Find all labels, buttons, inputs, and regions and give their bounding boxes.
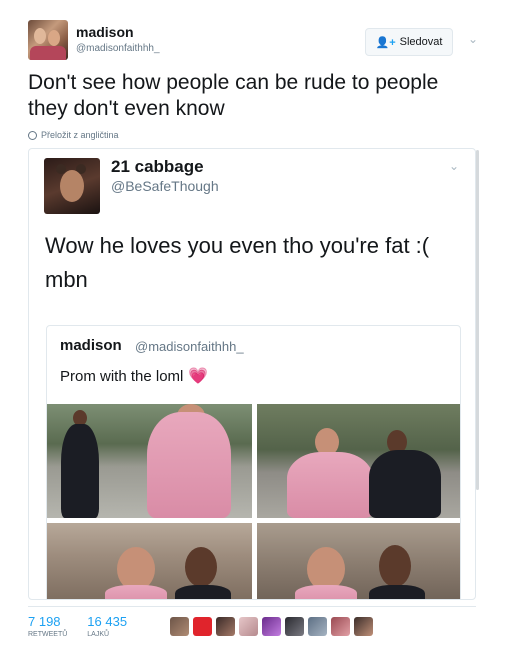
like-count: 16 435 [87,614,128,629]
inner-quoted-tweet[interactable]: madison @madisonfaithhh_ Prom with the l… [46,325,461,599]
tweet-stats: 7 198 RETWEETŮ 16 435 LAJKŮ [28,614,127,638]
avatar[interactable] [239,617,258,636]
avatar[interactable] [28,20,68,60]
globe-icon [28,130,37,140]
author-block[interactable]: madison @madisonfaithhh_ [76,24,160,54]
translate-link[interactable]: Přeložit z angličtina [28,130,119,140]
retweet-label: RETWEETŮ [28,631,68,638]
quoted-handle[interactable]: @BeSafeThough [111,178,219,194]
translate-label: Přeložit z angličtina [41,130,119,140]
follow-button[interactable]: 👤+ Sledovat [365,28,453,56]
avatar[interactable] [44,158,100,214]
retweet-stat[interactable]: 7 198 RETWEETŮ [28,614,67,638]
chevron-down-icon[interactable]: ⌄ [449,159,459,173]
retweet-count: 7 198 [28,614,61,629]
handle[interactable]: @madisonfaithhh_ [76,43,160,54]
avatar[interactable] [285,617,304,636]
follow-label: Sledovat [399,36,443,48]
tweet-header: madison @madisonfaithhh_ 👤+ Sledovat ⌄ [28,18,490,62]
avatar[interactable] [193,617,212,636]
photo-1[interactable] [47,404,252,518]
inner-display-name[interactable]: madison [60,337,122,354]
avatar[interactable] [354,617,373,636]
quoted-tweet[interactable]: 21 cabbage @BeSafeThough ⌄ Wow he loves … [28,148,476,600]
avatar[interactable] [170,617,189,636]
avatar[interactable] [262,617,281,636]
like-label: LAJKŮ [87,631,110,638]
avatar[interactable] [331,617,350,636]
quoted-text: Wow he loves you even tho you're fat :( … [45,233,430,292]
liker-avatars [170,617,373,636]
inner-handle[interactable]: @madisonfaithhh_ [135,339,244,354]
tweet-text: Don't see how people can be rude to peop… [28,71,439,120]
photo-2[interactable] [257,404,460,518]
divider [28,606,476,607]
avatar[interactable] [216,617,235,636]
quoted-display-name[interactable]: 21 cabbage [111,157,204,177]
follow-person-icon: 👤+ [375,36,396,49]
inner-text: Prom with the loml 💗 [60,366,208,386]
display-name[interactable]: madison [76,24,160,40]
chevron-down-icon[interactable]: ⌄ [468,33,480,45]
like-stat[interactable]: 16 435 LAJKŮ [87,614,127,638]
avatar[interactable] [308,617,327,636]
photo-3[interactable] [47,523,252,599]
photo-4[interactable] [257,523,460,599]
inner-text-content: Prom with the loml [60,367,184,385]
scrollbar[interactable] [476,150,479,490]
heart-icon: 💗 [188,368,209,385]
